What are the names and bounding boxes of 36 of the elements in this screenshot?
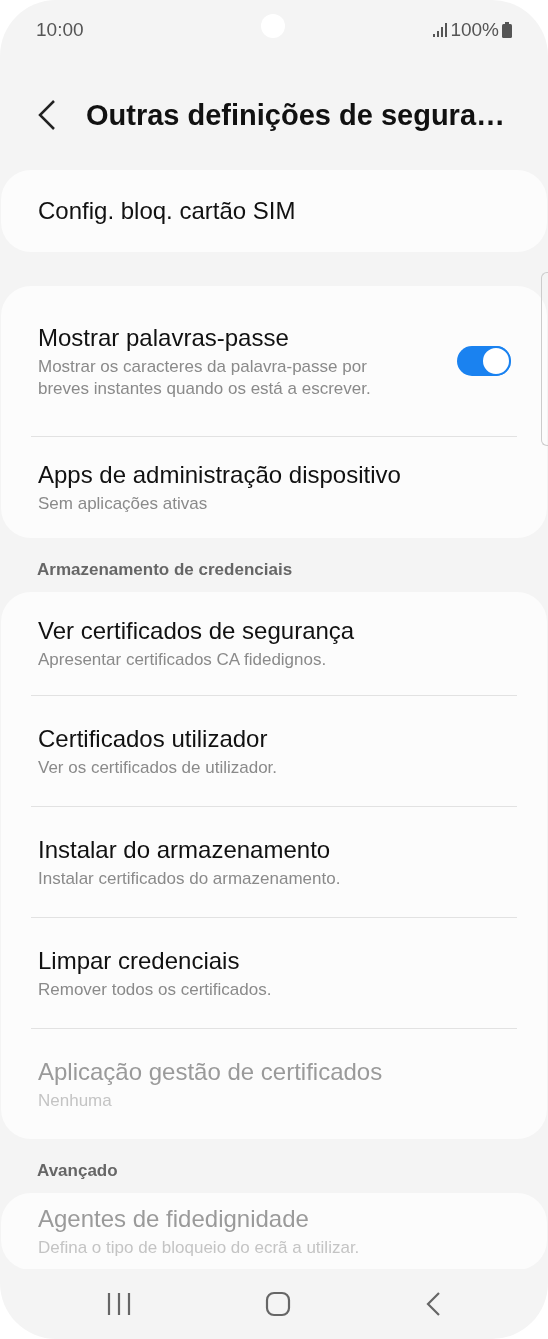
item-subtitle: Sem aplicações ativas [38,493,209,515]
home-icon[interactable] [265,1291,291,1317]
page-title: Outras definições de segura… [86,98,505,132]
item-title: Config. bloq. cartão SIM [38,196,297,226]
item-subtitle: Mostrar os caracteres da palavra-passe por breves instantes quando os está a escrever. [38,355,372,400]
item-title: Agentes de fidedignidade [38,1204,310,1234]
item-title: Limpar credenciais [38,945,241,976]
item-subtitle: Nenhuma [38,1089,113,1112]
item-title: Aplicação gestão de certificados [38,1056,384,1087]
section-header: Armazenamento de credenciais [36,560,294,580]
back-button[interactable] [36,99,58,131]
item-title: Ver certificados de segurança [38,616,356,646]
item-title: Apps de administração dispositivo [38,460,402,490]
recent-apps-icon[interactable] [107,1292,131,1316]
settings-item[interactable]: Limpar credenciais Remover todos os certificados. [1,918,547,1028]
item-title: Instalar do armazenamento [38,834,332,865]
settings-item[interactable]: Config. bloq. cartão SIM [1,170,547,252]
settings-item[interactable]: Apps de administração dispositivo Sem aplicações ativas [1,437,547,538]
item-subtitle: Instalar certificados do armazenamento. [38,867,342,890]
signal-icon [433,23,448,37]
status-time: 10:00 [36,19,84,41]
battery-icon [502,22,512,38]
item-subtitle: Apresentar certificados CA fidedignos. [38,649,328,671]
item-title: Mostrar palavras-passe [38,322,290,353]
back-icon[interactable] [425,1291,441,1317]
settings-item[interactable]: Ver certificados de segurança Apresentar certificados CA fidedignos. [1,592,547,695]
item-subtitle: Defina o tipo de bloqueio do ecrã a utilizar. [38,1237,361,1259]
item-title: Certificados utilizador [38,723,269,754]
toggle-switch[interactable] [457,346,511,376]
section-header: Avançado [36,1161,119,1181]
item-subtitle: Remover todos os certificados. [38,978,273,1001]
battery-percent: 100% [450,19,499,41]
settings-item[interactable]: Instalar do armazenamento Instalar certificados do armazenamento. [1,807,547,917]
item-subtitle: Ver os certificados de utilizador. [38,756,279,779]
settings-item[interactable]: Certificados utilizador Ver os certificados de utilizador. [1,696,547,806]
settings-item[interactable]: Mostrar palavras-passe Mostrar os caracteres da palavra-passe por breves instantes quando os está a escrever. [1,286,547,436]
